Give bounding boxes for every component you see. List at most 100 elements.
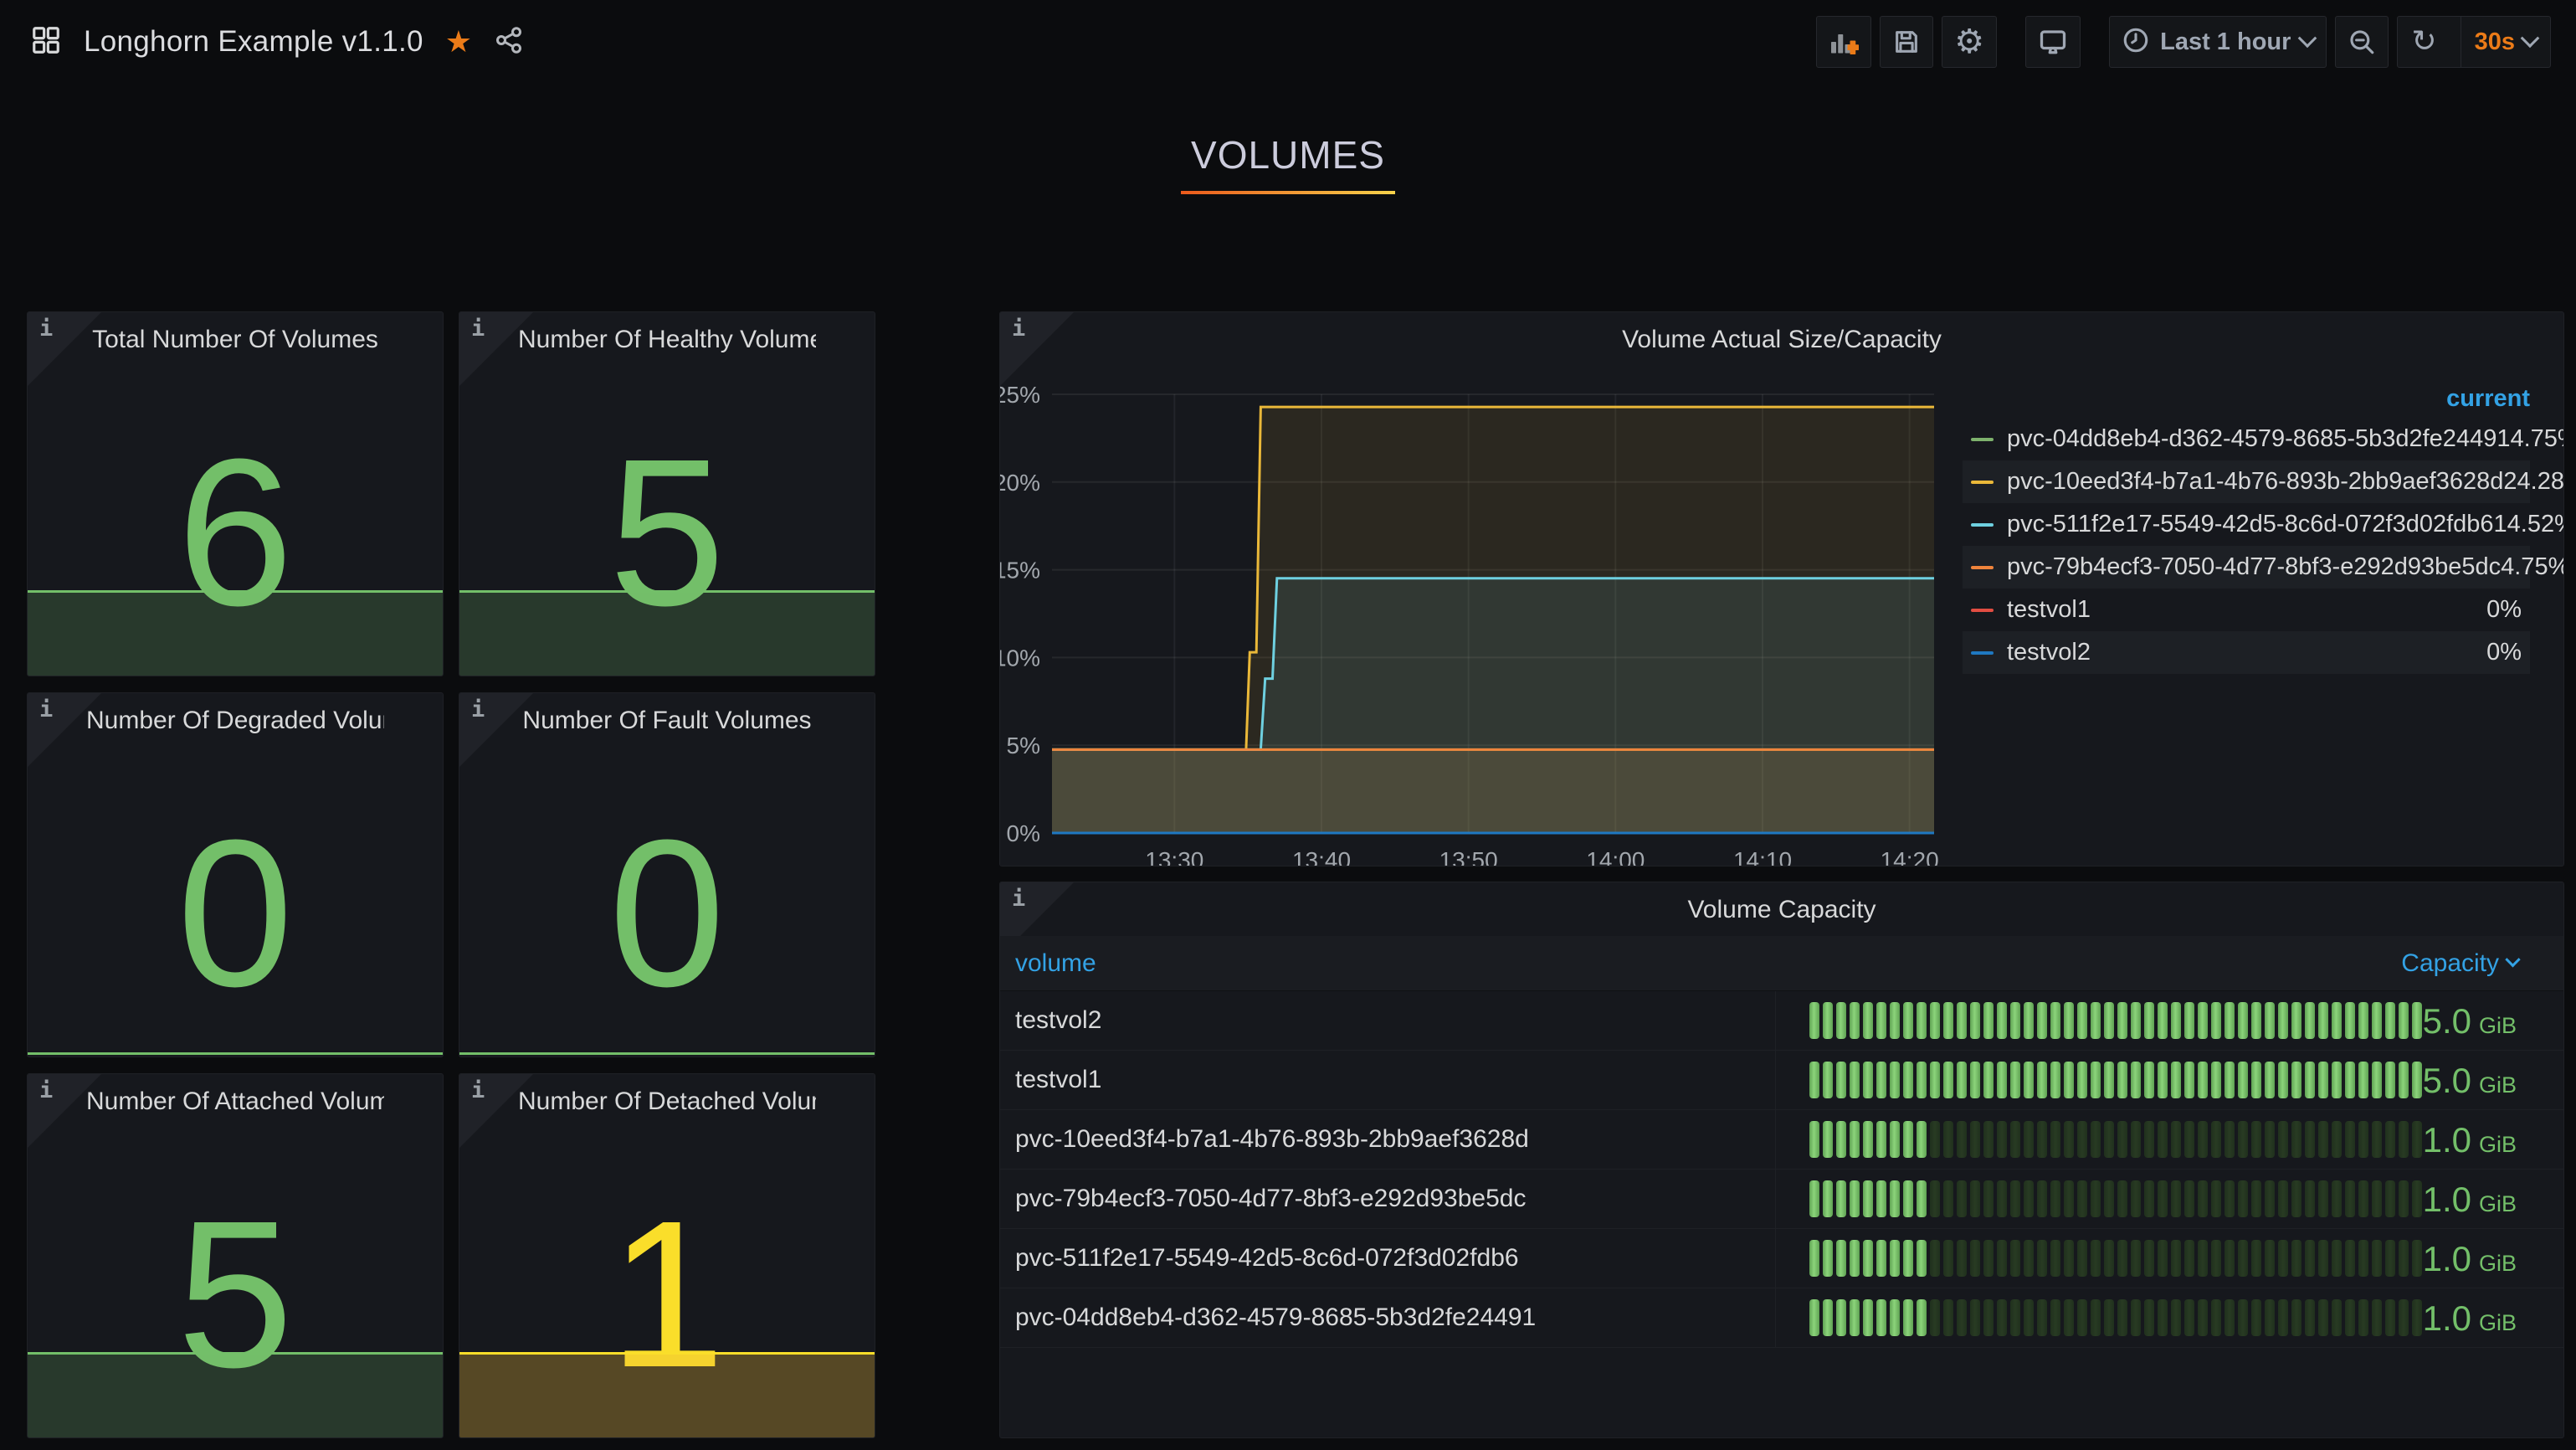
gauge-cell bbox=[2291, 1062, 2301, 1098]
gauge-cell bbox=[2345, 1002, 2355, 1039]
table-row[interactable]: pvc-79b4ecf3-7050-4d77-8bf3-e292d93be5dc… bbox=[1000, 1170, 2563, 1229]
table-row[interactable]: pvc-10eed3f4-b7a1-4b76-893b-2bb9aef3628d… bbox=[1000, 1110, 2563, 1170]
share-icon[interactable] bbox=[494, 25, 524, 59]
volume-name-cell: pvc-79b4ecf3-7050-4d77-8bf3-e292d93be5dc bbox=[1000, 1185, 1775, 1213]
capacity-cell: 1.0 GiB bbox=[1775, 1229, 2563, 1288]
svg-text:5%: 5% bbox=[1007, 733, 1040, 758]
legend-item[interactable]: pvc-79b4ecf3-7050-4d77-8bf3-e292d93be5dc… bbox=[1963, 546, 2530, 589]
gauge-cell bbox=[2104, 1121, 2114, 1158]
gauge-cell bbox=[2412, 1062, 2422, 1098]
dashboard-settings-button[interactable]: ⚙ bbox=[1942, 16, 1997, 68]
gauge-cell bbox=[2144, 1299, 2154, 1336]
gauge-cell bbox=[1903, 1180, 1913, 1217]
legend-value-header[interactable]: current bbox=[1963, 379, 2530, 418]
capacity-unit: GiB bbox=[2479, 1310, 2517, 1336]
svg-text:15%: 15% bbox=[1000, 558, 1040, 584]
time-range-picker[interactable]: Last 1 hour bbox=[2109, 16, 2327, 68]
gauge-cell bbox=[2050, 1002, 2060, 1039]
gauge-cell bbox=[2224, 1062, 2235, 1098]
gauge-cell bbox=[2024, 1180, 2034, 1217]
gauge-cell bbox=[2077, 1062, 2087, 1098]
table-panel-title[interactable]: Volume Capacity bbox=[1059, 896, 2505, 924]
refresh-interval-label: 30s bbox=[2475, 28, 2515, 56]
gauge-cell bbox=[1917, 1299, 1927, 1336]
gauge-cell bbox=[2104, 1180, 2114, 1217]
gauge-cell bbox=[2278, 1299, 2288, 1336]
gauge-cell bbox=[2037, 1299, 2047, 1336]
legend-item[interactable]: testvol1 0% bbox=[1963, 589, 2530, 631]
legend-series-name: testvol2 bbox=[2007, 639, 2091, 666]
svg-text:10%: 10% bbox=[1000, 645, 1040, 671]
stat-panel-title[interactable]: Number Of Fault Volumes bbox=[518, 707, 816, 735]
stat-panel-title[interactable]: Number Of Detached Volumes… bbox=[518, 1088, 816, 1116]
gauge-cell bbox=[1850, 1299, 1860, 1336]
legend-item[interactable]: pvc-511f2e17-5549-42d5-8c6d-072f3d02fdb6… bbox=[1963, 503, 2530, 546]
stat-value: 0 bbox=[459, 809, 875, 1018]
zoom-out-time-button[interactable] bbox=[2335, 16, 2389, 68]
gauge-cell bbox=[1903, 1002, 1913, 1039]
gauge-cell bbox=[2385, 1240, 2395, 1277]
gauge-cell bbox=[1943, 1299, 1953, 1336]
gauge-cell bbox=[1863, 1180, 1873, 1217]
gauge-cell bbox=[2238, 1299, 2248, 1336]
gauge-cell bbox=[2184, 1062, 2194, 1098]
gauge-cell bbox=[2399, 1299, 2409, 1336]
gauge-cell bbox=[2091, 1299, 2101, 1336]
stat-value: 0 bbox=[28, 809, 443, 1018]
capacity-cell: 5.0 GiB bbox=[1775, 991, 2563, 1050]
gauge-cell bbox=[1957, 1062, 1967, 1098]
gauge-cell bbox=[2224, 1180, 2235, 1217]
gauge-cell bbox=[1970, 1240, 1980, 1277]
legend-item[interactable]: testvol2 0% bbox=[1963, 631, 2530, 674]
gauge-cell bbox=[1930, 1062, 1940, 1098]
stat-panel-title[interactable]: Number Of Degraded Volumes… bbox=[86, 707, 384, 735]
gauge-cell bbox=[2104, 1062, 2114, 1098]
legend-series-color-dash bbox=[1971, 566, 1994, 569]
gauge-cell bbox=[1983, 1002, 1994, 1039]
gauge-cell bbox=[2265, 1240, 2275, 1277]
column-header-volume[interactable]: volume bbox=[1000, 949, 1775, 978]
gauge-cell bbox=[2305, 1180, 2315, 1217]
gauge-cell bbox=[2385, 1062, 2395, 1098]
gauge-cell bbox=[2064, 1002, 2074, 1039]
stat-sparkline bbox=[28, 1052, 443, 1057]
stat-panel-title[interactable]: Total Number Of Volumes bbox=[86, 326, 384, 354]
gauge-cell bbox=[1997, 1299, 2007, 1336]
table-row[interactable]: pvc-511f2e17-5549-42d5-8c6d-072f3d02fdb6… bbox=[1000, 1229, 2563, 1288]
table-row[interactable]: testvol2 5.0 GiB bbox=[1000, 991, 2563, 1051]
gauge-cell bbox=[2077, 1002, 2087, 1039]
capacity-value: 5.0 bbox=[2423, 991, 2471, 1051]
stat-panel-title[interactable]: Number Of Healthy Volumes bbox=[518, 326, 816, 354]
table-row[interactable]: pvc-04dd8eb4-d362-4579-8685-5b3d2fe24491… bbox=[1000, 1288, 2563, 1348]
legend-item[interactable]: pvc-04dd8eb4-d362-4579-8685-5b3d2fe24491… bbox=[1963, 418, 2530, 460]
dashboard-title[interactable]: Longhorn Example v1.1.0 bbox=[84, 25, 423, 59]
capacity-value: 5.0 bbox=[2423, 1051, 2471, 1110]
favorite-star-icon[interactable]: ★ bbox=[445, 27, 472, 57]
refresh-button[interactable]: ↻ bbox=[2398, 17, 2450, 67]
gauge-cell bbox=[2318, 1299, 2328, 1336]
legend-series-color-dash bbox=[1971, 481, 1994, 484]
time-range-label: Last 1 hour bbox=[2160, 28, 2291, 56]
gauge-cell bbox=[2358, 1180, 2368, 1217]
chart-legend: current pvc-04dd8eb4-d362-4579-8685-5b3d… bbox=[1963, 379, 2530, 674]
column-header-capacity[interactable]: Capacity bbox=[1775, 949, 2563, 978]
gauge-cell bbox=[2318, 1002, 2328, 1039]
gauge-cell bbox=[2399, 1240, 2409, 1277]
gauge-cell bbox=[1957, 1002, 1967, 1039]
table-row[interactable]: testvol1 5.0 GiB bbox=[1000, 1051, 2563, 1110]
gauge-cell bbox=[1903, 1240, 1913, 1277]
stat-panel-title[interactable]: Number Of Attached Volumes bbox=[86, 1088, 384, 1116]
cycle-view-mode-button[interactable] bbox=[2025, 16, 2081, 68]
save-dashboard-button[interactable] bbox=[1880, 16, 1933, 68]
gauge-cell bbox=[2104, 1299, 2114, 1336]
gauge-cell bbox=[2117, 1002, 2127, 1039]
add-panel-button[interactable] bbox=[1816, 16, 1871, 68]
refresh-interval-picker[interactable]: 30s bbox=[2461, 17, 2550, 67]
gauge-cell bbox=[2050, 1240, 2060, 1277]
row-header-volumes[interactable]: VOLUMES bbox=[0, 132, 2576, 194]
dashboards-grid-icon[interactable] bbox=[30, 24, 62, 60]
gauge-cell bbox=[1890, 1062, 1900, 1098]
gauge-cell bbox=[1997, 1240, 2007, 1277]
legend-item[interactable]: pvc-10eed3f4-b7a1-4b76-893b-2bb9aef3628d… bbox=[1963, 460, 2530, 503]
gauge-cell bbox=[2385, 1121, 2395, 1158]
